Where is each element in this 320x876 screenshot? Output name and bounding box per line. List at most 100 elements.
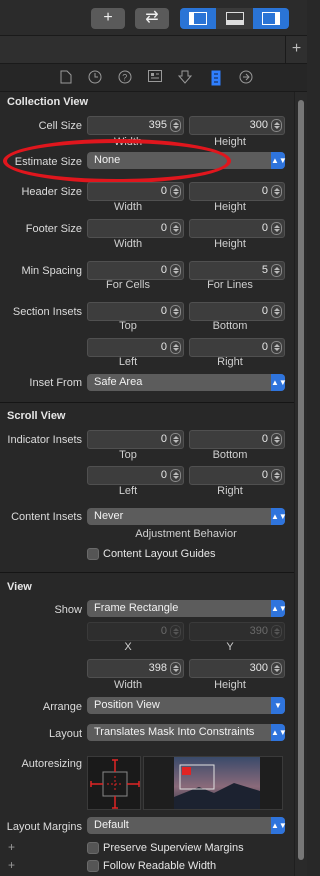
footer-width-field[interactable]: 0	[87, 219, 184, 238]
add-variation-icon[interactable]: +	[8, 840, 15, 854]
file-icon[interactable]	[58, 70, 74, 86]
debug-toggle[interactable]	[217, 8, 253, 29]
layout-popup[interactable]: Translates Mask Into Constraints ▲▼	[87, 724, 287, 741]
inset-from-popup[interactable]: Safe Area ▲▼	[87, 374, 287, 391]
left-caption: Left	[118, 485, 138, 497]
section-inset-right-field[interactable]: 0	[189, 338, 285, 357]
header-width-stepper[interactable]	[170, 185, 181, 198]
footer-height-stepper[interactable]	[271, 222, 282, 235]
attributes-icon[interactable]	[177, 70, 193, 86]
content-insets-popup[interactable]: Never ▲▼	[87, 508, 287, 525]
frame-height-field[interactable]: 300	[189, 659, 285, 678]
cell-width-field[interactable]: 395	[87, 116, 184, 135]
autoresizing-label: Autoresizing	[21, 758, 82, 770]
spacing-cells-field[interactable]: 0	[87, 261, 184, 280]
add-tab-button[interactable]: +	[285, 36, 307, 64]
frame-y-field[interactable]: 390	[189, 622, 285, 641]
size-icon[interactable]	[208, 70, 224, 86]
layout-label: Layout	[48, 728, 82, 740]
show-popup[interactable]: Frame Rectangle ▲▼	[87, 600, 287, 617]
left-caption: Left	[118, 356, 138, 368]
cell-height-stepper[interactable]	[271, 119, 282, 132]
follow-readable-width-checkbox[interactable]	[87, 860, 99, 872]
swap-button[interactable]: ⇄	[135, 8, 169, 29]
inspector-toggle[interactable]	[253, 8, 289, 29]
frame-y-stepper[interactable]	[271, 625, 282, 638]
width-caption: Width	[113, 201, 143, 213]
spacing-cells-stepper[interactable]	[170, 264, 181, 277]
spacing-lines-field[interactable]: 5	[189, 261, 285, 280]
right-panel-icon	[262, 12, 280, 25]
chevron-updown-icon: ▲▼	[271, 724, 287, 741]
chevron-updown-icon: ▲▼	[271, 600, 287, 617]
cell-width-stepper[interactable]	[170, 119, 181, 132]
chevron-updown-icon: ▲▼	[271, 817, 287, 834]
cell-height-field[interactable]: 300	[189, 116, 285, 135]
bottom-panel-icon	[226, 12, 244, 25]
cell-size-label: Cell Size	[38, 120, 82, 132]
frame-x-field[interactable]: 0	[87, 622, 184, 641]
history-icon[interactable]	[87, 70, 103, 86]
autoresizing-preview	[143, 756, 283, 810]
section-title-collection-view: Collection View	[7, 96, 89, 108]
add-button[interactable]: +	[91, 8, 125, 29]
divider	[0, 572, 294, 573]
indicator-inset-bottom-stepper[interactable]	[271, 433, 282, 446]
footer-width-stepper[interactable]	[170, 222, 181, 235]
arrange-popup[interactable]: Position View ▼	[87, 697, 285, 714]
content-layout-guides-checkbox[interactable]	[87, 548, 99, 560]
spacing-lines-stepper[interactable]	[271, 264, 282, 277]
indicator-inset-right-field[interactable]: 0	[189, 466, 285, 485]
indicator-inset-right-stepper[interactable]	[271, 469, 282, 482]
scrollbar-thumb[interactable]	[298, 100, 304, 860]
chevron-updown-icon: ▲▼	[271, 374, 287, 391]
top-caption: Top	[119, 449, 137, 461]
navigator-toggle[interactable]	[180, 8, 216, 29]
frame-height-stepper[interactable]	[271, 662, 282, 675]
frame-x-stepper[interactable]	[170, 625, 181, 638]
indicator-inset-left-field[interactable]: 0	[87, 466, 184, 485]
header-height-stepper[interactable]	[271, 185, 282, 198]
autoresizing-mask-editor[interactable]	[87, 756, 141, 810]
svg-text:?: ?	[122, 73, 127, 83]
preserve-superview-margins-checkbox[interactable]	[87, 842, 99, 854]
preserve-superview-margins-label: Preserve Superview Margins	[103, 842, 244, 854]
chevron-down-icon: ▼	[271, 697, 285, 714]
section-title-view: View	[7, 581, 32, 593]
toolbar: + ⇄	[0, 0, 307, 36]
content-layout-guides-label: Content Layout Guides	[103, 548, 216, 560]
section-inset-top-stepper[interactable]	[170, 305, 181, 318]
right-caption: Right	[217, 356, 243, 368]
section-inset-right-stepper[interactable]	[271, 341, 282, 354]
help-icon[interactable]: ?	[117, 70, 133, 86]
right-caption: Right	[217, 485, 243, 497]
section-inset-bottom-field[interactable]: 0	[189, 302, 285, 321]
section-inset-left-stepper[interactable]	[170, 341, 181, 354]
frame-width-field[interactable]: 398	[87, 659, 184, 678]
header-height-field[interactable]: 0	[189, 182, 285, 201]
bottom-caption: Bottom	[212, 320, 248, 332]
header-width-field[interactable]: 0	[87, 182, 184, 201]
indicator-inset-top-field[interactable]: 0	[87, 430, 184, 449]
layout-margins-popup[interactable]: Default ▲▼	[87, 817, 287, 834]
identity-icon[interactable]	[147, 70, 163, 86]
x-caption: X	[124, 641, 132, 653]
divider	[0, 402, 294, 403]
indicator-inset-bottom-field[interactable]: 0	[189, 430, 285, 449]
show-label: Show	[54, 604, 82, 616]
section-inset-top-field[interactable]: 0	[87, 302, 184, 321]
frame-width-stepper[interactable]	[170, 662, 181, 675]
section-inset-left-field[interactable]: 0	[87, 338, 184, 357]
content-insets-label: Content Insets	[11, 511, 82, 523]
indicator-inset-left-stepper[interactable]	[170, 469, 181, 482]
add-variation-icon[interactable]: +	[8, 858, 15, 872]
chevron-updown-icon: ▲▼	[271, 508, 287, 525]
indicator-inset-top-stepper[interactable]	[170, 433, 181, 446]
y-caption: Y	[226, 641, 234, 653]
follow-readable-width-label: Follow Readable Width	[103, 860, 217, 872]
footer-height-field[interactable]: 0	[189, 219, 285, 238]
connections-icon[interactable]	[238, 70, 254, 86]
panel-toggle-group	[180, 8, 289, 29]
footer-size-label: Footer Size	[25, 223, 82, 235]
section-inset-bottom-stepper[interactable]	[271, 305, 282, 318]
